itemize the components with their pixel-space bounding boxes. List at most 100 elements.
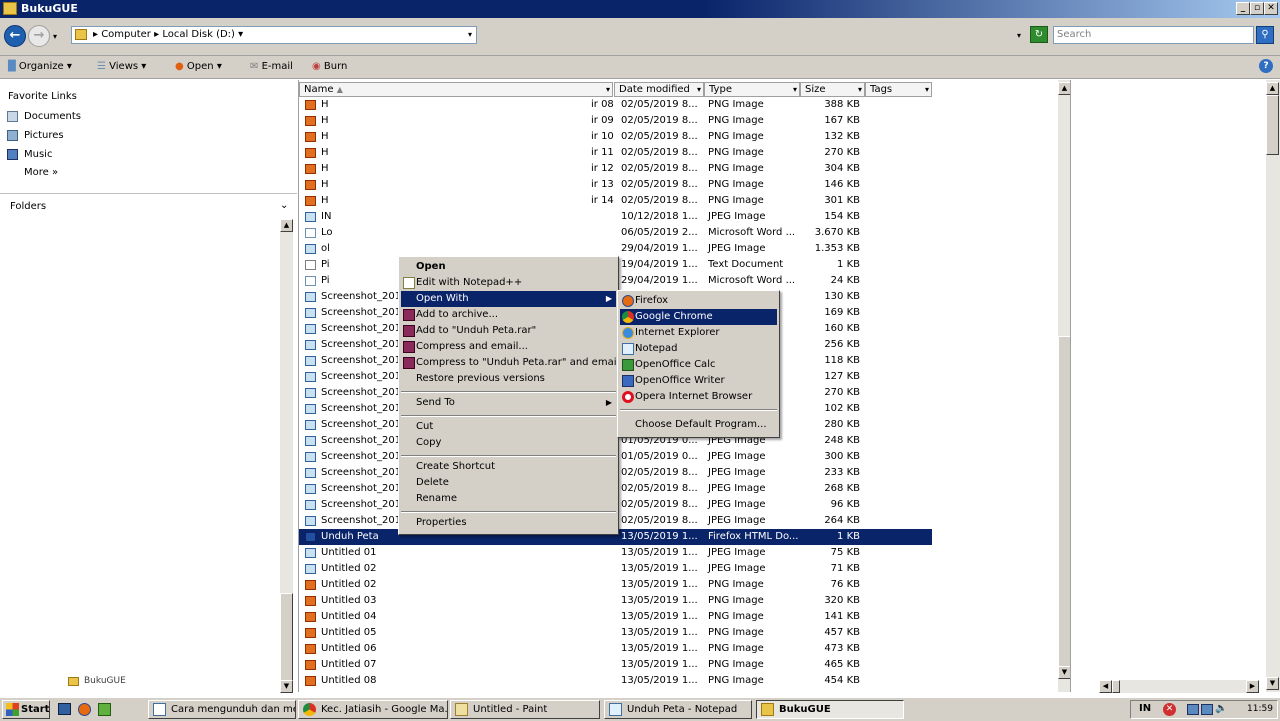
menu-item-properties[interactable]: Properties [401, 515, 616, 531]
search-icon[interactable]: ⚲ [1256, 26, 1274, 44]
column-header-name[interactable]: Name ▲ ▾ [299, 82, 613, 97]
table-row[interactable]: Untitled 08 13/05/2019 1... PNG Image 454 K… [299, 673, 932, 689]
language-indicator[interactable]: IN [1139, 703, 1151, 714]
column-header-size[interactable]: Size ▾ [800, 82, 865, 97]
table-row[interactable]: Hir 11 02/05/2019 8... PNG Image 270 KB [299, 145, 932, 161]
chevron-down-icon[interactable]: ⌄ [280, 200, 288, 211]
menu-item-opera[interactable]: Opera Internet Browser [620, 389, 777, 405]
scroll-thumb[interactable] [280, 593, 293, 681]
menu-item-add-archive[interactable]: Add to archive... [401, 307, 616, 323]
column-header-type[interactable]: Type ▾ [704, 82, 800, 97]
table-row[interactable]: Untitled 01 13/05/2019 1... JPEG Image 75 K… [299, 545, 932, 561]
menu-item-compress-email[interactable]: Compress and email... [401, 339, 616, 355]
menu-item-notepad[interactable]: Notepad [620, 341, 777, 357]
menu-item-restore[interactable]: Restore previous versions [401, 371, 616, 387]
breadcrumb-computer[interactable]: ▸ Computer ▸ Local Disk (D:) ▾ [93, 29, 243, 40]
address-bar[interactable]: ▸ Computer ▸ Local Disk (D:) ▾ ▾ [71, 26, 477, 44]
menu-item-openoffice-writer[interactable]: OpenOffice Writer [620, 373, 777, 389]
window-scrollbar[interactable]: ▲ ▼ [1266, 80, 1280, 692]
scroll-right-icon[interactable]: ▶ [1246, 680, 1259, 693]
menu-item-openoffice-calc[interactable]: OpenOffice Calc [620, 357, 777, 373]
volume-icon[interactable]: 🔈 [1215, 703, 1227, 714]
taskbar-item-chrome[interactable]: Kec. Jatiasih - Google Ma... [298, 700, 448, 719]
show-desktop-icon[interactable] [58, 703, 71, 715]
table-row[interactable]: Hir 09 02/05/2019 8... PNG Image 167 KB [299, 113, 932, 129]
refresh-icon[interactable]: ↻ [1030, 26, 1048, 43]
start-button[interactable]: Start [2, 700, 50, 719]
table-row[interactable]: Lo 06/05/2019 2... Microsoft Word ... 3.670… [299, 225, 932, 241]
firefox-icon[interactable] [78, 703, 91, 716]
open-button[interactable]: ● Open ▾ [175, 61, 222, 72]
scroll-thumb[interactable] [1112, 680, 1120, 693]
menu-item-cut[interactable]: Cut [401, 419, 616, 435]
table-row[interactable]: Untitled 03 13/05/2019 1... PNG Image 320 K… [299, 593, 932, 609]
column-header-date[interactable]: Date modified ▾ [614, 82, 704, 97]
address-history-icon[interactable]: ▾ [1017, 31, 1021, 40]
table-row[interactable]: Untitled 02 13/05/2019 1... PNG Image 76 KB [299, 577, 932, 593]
clock[interactable]: 11:59 [1247, 704, 1273, 714]
table-row[interactable]: Hir 13 02/05/2019 8... PNG Image 146 KB [299, 177, 932, 193]
table-row[interactable]: ol 29/04/2019 1... JPEG Image 1.353 KB [299, 241, 932, 257]
scroll-up-icon[interactable]: ▲ [280, 219, 293, 232]
menu-item-delete[interactable]: Delete [401, 475, 616, 491]
sidebar-link-documents[interactable]: Documents [24, 111, 81, 122]
menu-item-edit-notepadpp[interactable]: Edit with Notepad++ [401, 275, 616, 291]
menu-item-open[interactable]: Open [401, 259, 616, 275]
table-row[interactable]: Untitled 07 13/05/2019 1... PNG Image 465 K… [299, 657, 932, 673]
taskbar-item-notepad[interactable]: Unduh Peta - Notepad [604, 700, 752, 719]
scroll-down-icon[interactable]: ▼ [1266, 677, 1279, 690]
sidebar-link-more[interactable]: More » [24, 167, 58, 178]
table-row[interactable]: Hir 12 02/05/2019 8... PNG Image 304 KB [299, 161, 932, 177]
sidebar-link-music[interactable]: Music [24, 149, 52, 160]
taskbar-item-word[interactable]: Cara mengunduh dan me... [148, 700, 296, 719]
scroll-down-icon[interactable]: ▼ [280, 680, 293, 693]
network-icon[interactable] [1201, 704, 1213, 715]
address-dropdown-icon[interactable]: ▾ [468, 30, 472, 39]
table-row[interactable]: Hir 10 02/05/2019 8... PNG Image 132 KB [299, 129, 932, 145]
history-dropdown-icon[interactable]: ▾ [53, 32, 57, 41]
maximize-button[interactable]: ▫ [1250, 2, 1264, 15]
burn-button[interactable]: ◉ Burn [312, 61, 347, 72]
table-row[interactable]: Hir 08 02/05/2019 8... PNG Image 388 KB [299, 97, 932, 113]
scroll-left-icon[interactable]: ◀ [1099, 680, 1112, 693]
table-row[interactable]: Untitled 05 13/05/2019 1... PNG Image 457 K… [299, 625, 932, 641]
security-alert-icon[interactable]: ✕ [1163, 703, 1176, 716]
menu-item-internet-explorer[interactable]: Internet Explorer [620, 325, 777, 341]
tree-item-bukugue[interactable]: BukuGUE [84, 676, 126, 686]
menu-item-choose-default[interactable]: Choose Default Program... [620, 417, 777, 433]
folders-header[interactable]: Folders [10, 201, 46, 212]
table-row[interactable]: Hir 14 02/05/2019 8... PNG Image 301 KB [299, 193, 932, 209]
scroll-up-icon[interactable]: ▲ [1266, 82, 1279, 95]
menu-item-copy[interactable]: Copy [401, 435, 616, 451]
menu-item-rename[interactable]: Rename [401, 491, 616, 507]
menu-item-open-with[interactable]: Open With ▶ [401, 291, 616, 307]
table-row[interactable]: Untitled 06 13/05/2019 1... PNG Image 473 K… [299, 641, 932, 657]
menu-item-compress-rar-email[interactable]: Compress to "Unduh Peta.rar" and email [401, 355, 619, 371]
network-icon[interactable] [1187, 704, 1199, 715]
menu-item-send-to[interactable]: Send To ▶ [401, 395, 616, 411]
horizontal-scrollbar[interactable]: ◀ ▶ [1099, 680, 1259, 693]
scroll-thumb[interactable] [1266, 95, 1279, 155]
back-arrow-icon[interactable]: ← [4, 25, 26, 47]
views-button[interactable]: ☰ Views ▾ [97, 61, 146, 72]
taskbar-item-paint[interactable]: Untitled - Paint [450, 700, 600, 719]
sidebar-link-pictures[interactable]: Pictures [24, 130, 64, 141]
menu-item-google-chrome[interactable]: Google Chrome [620, 309, 777, 325]
close-button[interactable]: ✕ [1264, 2, 1278, 15]
menu-item-create-shortcut[interactable]: Create Shortcut [401, 459, 616, 475]
table-row[interactable]: Untitled 04 13/05/2019 1... PNG Image 141 K… [299, 609, 932, 625]
quicklaunch-app-icon[interactable] [98, 703, 111, 716]
minimize-button[interactable]: _ [1236, 2, 1250, 15]
folder-tree-scrollbar[interactable]: ▲ ▼ [280, 219, 293, 693]
search-input[interactable]: Search [1053, 26, 1254, 44]
forward-arrow-icon[interactable]: → [28, 25, 50, 47]
email-button[interactable]: ✉ E-mail [250, 61, 293, 72]
menu-item-firefox[interactable]: Firefox [620, 293, 777, 309]
table-row[interactable]: Untitled 02 13/05/2019 1... JPEG Image 71 K… [299, 561, 932, 577]
menu-item-add-rar[interactable]: Add to "Unduh Peta.rar" [401, 323, 616, 339]
column-header-tags[interactable]: Tags ▾ [865, 82, 932, 97]
help-icon[interactable]: ? [1259, 59, 1273, 73]
taskbar-item-explorer[interactable]: BukuGUE [756, 700, 904, 719]
organize-button[interactable]: █ Organize ▾ [8, 61, 72, 72]
table-row[interactable]: IN 10/12/2018 1... JPEG Image 154 KB [299, 209, 932, 225]
